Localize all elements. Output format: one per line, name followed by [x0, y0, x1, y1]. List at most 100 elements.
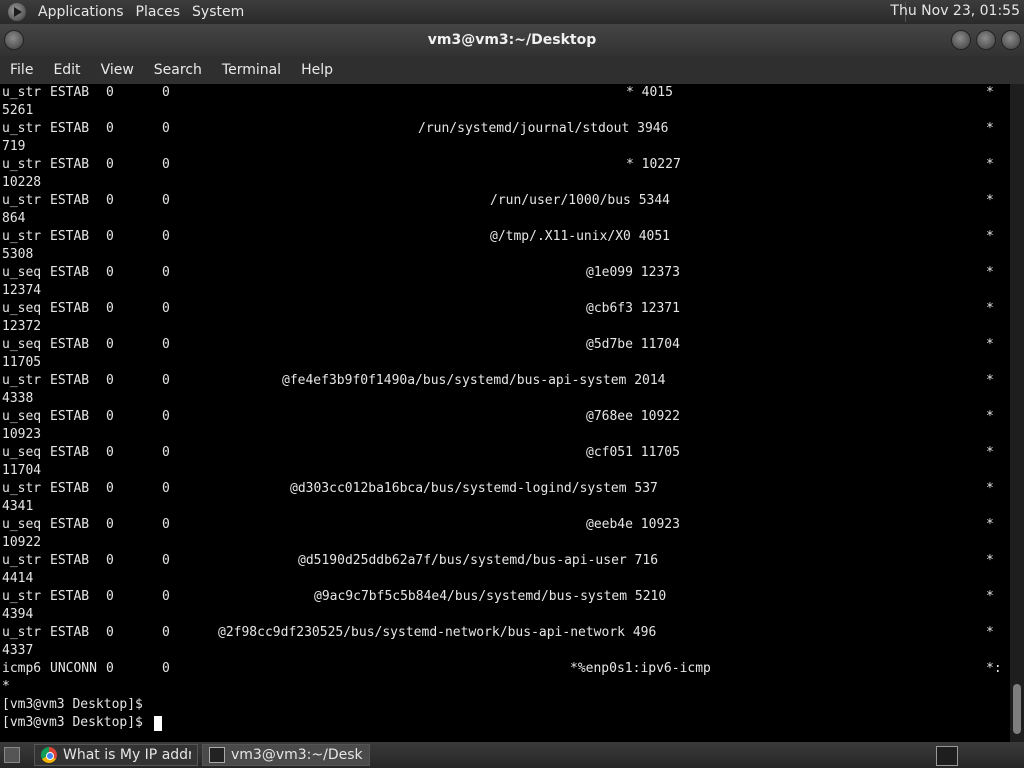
- maximize-button[interactable]: [976, 30, 996, 50]
- state-cell: ESTAB: [50, 193, 90, 208]
- socket-row: u_seq ESTAB 0 0 @768ee 10922 *: [0, 408, 1010, 426]
- send-q-cell: 0: [162, 517, 170, 532]
- close-button[interactable]: [1001, 30, 1021, 50]
- local-address-cell: @d303cc012ba16bca/bus/systemd-logind/sys…: [290, 481, 658, 496]
- send-q-cell: 0: [162, 193, 170, 208]
- menu-edit[interactable]: Edit: [43, 62, 90, 78]
- peer-address-cell: *: [986, 337, 994, 352]
- state-cell: ESTAB: [50, 85, 90, 100]
- socket-row: u_seq ESTAB 0 0 @cf051 11705 *: [0, 444, 1010, 462]
- show-desktop-icon[interactable]: [4, 747, 20, 763]
- send-q-cell: 0: [162, 265, 170, 280]
- socket-row-wrap: 10923: [0, 426, 1010, 444]
- netid-cell: u_str: [2, 85, 42, 100]
- local-address-cell: @768ee 10922: [586, 409, 680, 424]
- menu-applications[interactable]: Applications: [32, 4, 130, 20]
- peer-address-cell: *: [986, 157, 994, 172]
- recv-q-cell: 0: [106, 661, 114, 676]
- peer-address-cell: *: [986, 229, 994, 244]
- menu-terminal[interactable]: Terminal: [212, 62, 291, 78]
- send-q-cell: 0: [162, 445, 170, 460]
- netid-cell: u_str: [2, 373, 42, 388]
- socket-row: u_str ESTAB 0 0 @d303cc012ba16bca/bus/system…: [0, 480, 1010, 498]
- scrollbar-thumb[interactable]: [1013, 684, 1021, 734]
- workspace-switcher[interactable]: [936, 746, 958, 766]
- peer-address-cell: *: [986, 85, 994, 100]
- send-q-cell: 0: [162, 373, 170, 388]
- recv-q-cell: 0: [106, 589, 114, 604]
- send-q-cell: 0: [162, 301, 170, 316]
- netid-cell: u_str: [2, 229, 42, 244]
- wrapped-value: 4341: [2, 499, 34, 514]
- netid-cell: u_str: [2, 121, 42, 136]
- terminal-menubar: File Edit View Search Terminal Help: [0, 56, 1024, 84]
- menu-help[interactable]: Help: [291, 62, 343, 78]
- taskbar-item-terminal[interactable]: vm3@vm3:~/Desktop: [202, 744, 370, 766]
- peer-address-cell: *:: [986, 661, 1002, 676]
- socket-row: u_str ESTAB 0 0/run/user/1000/bus 5344 *: [0, 192, 1010, 210]
- wrapped-value: 4337: [2, 643, 34, 658]
- socket-row-wrap: 10228: [0, 174, 1010, 192]
- recv-q-cell: 0: [106, 265, 114, 280]
- recv-q-cell: 0: [106, 409, 114, 424]
- socket-row: u_str ESTAB 0 0 @fe4ef3b9f0f1490a/bus/system…: [0, 372, 1010, 390]
- terminal-icon: [209, 747, 225, 763]
- local-address-cell: @9ac9c7bf5c5b84e4/bus/systemd/bus-system…: [314, 589, 667, 604]
- peer-address-cell: *: [986, 409, 994, 424]
- peer-address-cell: *: [986, 481, 994, 496]
- send-q-cell: 0: [162, 85, 170, 100]
- recv-q-cell: 0: [106, 373, 114, 388]
- local-address-cell: @2f98cc9df230525/bus/systemd-network/bus…: [218, 625, 657, 640]
- local-address-cell: * 10227: [626, 157, 681, 172]
- send-q-cell: 0: [162, 553, 170, 568]
- netid-cell: u_str: [2, 193, 42, 208]
- socket-row-wrap: 4337: [0, 642, 1010, 660]
- peer-address-cell: *: [986, 589, 994, 604]
- local-address-cell: *%enp0s1:ipv6-icmp: [570, 661, 711, 676]
- taskbar-item-browser[interactable]: What is My IP addre...: [34, 744, 198, 766]
- wrapped-value: 5261: [2, 103, 34, 118]
- recv-q-cell: 0: [106, 553, 114, 568]
- send-q-cell: 0: [162, 625, 170, 640]
- menu-places[interactable]: Places: [130, 4, 187, 20]
- gnome-foot-icon[interactable]: [8, 3, 26, 21]
- menu-file[interactable]: File: [0, 62, 43, 78]
- menu-view[interactable]: View: [91, 62, 144, 78]
- state-cell: ESTAB: [50, 265, 90, 280]
- clock[interactable]: Thu Nov 23, 01:55: [890, 3, 1020, 19]
- wrapped-value: 10922: [2, 535, 42, 550]
- socket-row: u_seq ESTAB 0 0 @eeb4e 10923 *: [0, 516, 1010, 534]
- minimize-button[interactable]: [951, 30, 971, 50]
- socket-row: u_str ESTAB 0 0 @d5190d25ddb62a7f/bus/system…: [0, 552, 1010, 570]
- wrapped-value: 719: [2, 139, 26, 154]
- state-cell: ESTAB: [50, 229, 90, 244]
- window-title: vm3@vm3:~/Desktop: [427, 32, 597, 48]
- socket-row: u_seq ESTAB 0 0 @5d7be 11704 *: [0, 336, 1010, 354]
- state-cell: ESTAB: [50, 121, 90, 136]
- socket-row: u_str ESTAB 0 0 @9ac9c7bf5c5b84e4/bus/system…: [0, 588, 1010, 606]
- wrapped-value: 12372: [2, 319, 42, 334]
- chrome-icon: [41, 747, 57, 763]
- recv-q-cell: 0: [106, 157, 114, 172]
- terminal-output[interactable]: u_str ESTAB 0 0 * 4015 * 5261 u_str ESTAB 0 0/run/…: [0, 84, 1010, 742]
- recv-q-cell: 0: [106, 625, 114, 640]
- state-cell: ESTAB: [50, 373, 90, 388]
- taskbar-label: vm3@vm3:~/Desktop: [231, 747, 363, 763]
- socket-row-wrap: 12374: [0, 282, 1010, 300]
- window-titlebar[interactable]: vm3@vm3:~/Desktop: [0, 24, 1024, 56]
- send-q-cell: 0: [162, 229, 170, 244]
- wrapped-value: *: [2, 679, 10, 694]
- wrapped-value: 12374: [2, 283, 42, 298]
- wrapped-value: 864: [2, 211, 26, 226]
- terminal-scrollbar[interactable]: [1010, 84, 1024, 742]
- socket-row: u_str ESTAB 0 0 @2f98cc9df230525/bus/systemd…: [0, 624, 1010, 642]
- recv-q-cell: 0: [106, 121, 114, 136]
- shell-prompt-line: [vm3@vm3 Desktop]$: [0, 714, 1010, 732]
- socket-row-wrap: 4338: [0, 390, 1010, 408]
- menu-system[interactable]: System: [186, 4, 250, 20]
- menu-search[interactable]: Search: [144, 62, 212, 78]
- state-cell: ESTAB: [50, 409, 90, 424]
- wrapped-value: 11704: [2, 463, 42, 478]
- peer-address-cell: *: [986, 265, 994, 280]
- wrapped-value: 10923: [2, 427, 42, 442]
